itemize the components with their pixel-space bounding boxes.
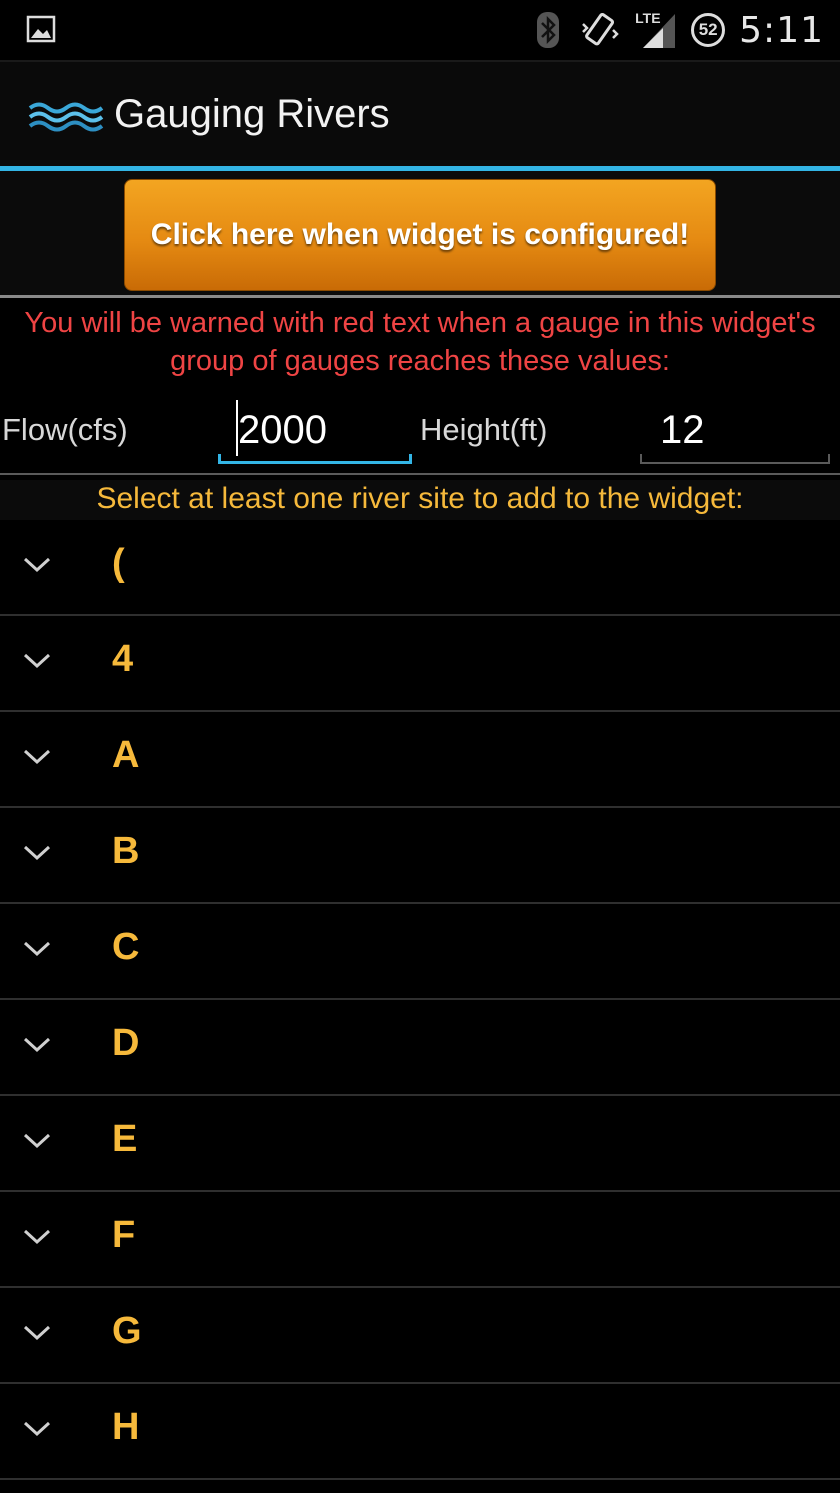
chevron-down-icon (23, 1229, 51, 1245)
battery-icon: 52 (691, 13, 726, 47)
divider (0, 473, 840, 475)
configure-area: Click here when widget is configured! (0, 171, 840, 295)
list-item-label: 4 (112, 638, 134, 680)
bluetooth-icon (537, 12, 560, 48)
widget-configured-button[interactable]: Click here when widget is configured! (124, 179, 716, 291)
warning-text: You will be warned with red text when a … (24, 307, 816, 377)
flow-label: Flow(cfs) (2, 412, 128, 447)
clock: 5:11 (739, 9, 824, 51)
list-item-label: G (112, 1310, 142, 1352)
vibrate-icon (582, 12, 619, 46)
chevron-down-icon (23, 557, 51, 573)
list-item-label: C (112, 926, 140, 968)
height-label: Height(ft) (420, 412, 548, 447)
list-item[interactable]: 4 (0, 616, 840, 712)
flow-input-underline (218, 454, 412, 464)
river-group-list: ( 4 A B C D E F G H (0, 520, 840, 1480)
list-item[interactable]: D (0, 1000, 840, 1096)
signal-icon: LTE (633, 10, 677, 50)
status-icons: LTE 52 5:11 (531, 8, 824, 52)
action-bar: Gauging Rivers (0, 62, 840, 166)
list-item[interactable]: A (0, 712, 840, 808)
list-item[interactable]: E (0, 1096, 840, 1192)
list-item-label: ( (112, 542, 125, 584)
list-item[interactable]: ( (0, 520, 840, 616)
list-item[interactable]: F (0, 1192, 840, 1288)
list-item[interactable]: B (0, 808, 840, 904)
list-item-label: E (112, 1118, 138, 1160)
list-item-label: A (112, 734, 140, 776)
chevron-down-icon (23, 1133, 51, 1149)
flow-input[interactable] (238, 406, 408, 454)
chevron-down-icon (23, 845, 51, 861)
app-title: Gauging Rivers (114, 92, 390, 136)
height-input[interactable] (660, 406, 820, 454)
list-item-label: F (112, 1214, 136, 1256)
list-item[interactable]: G (0, 1288, 840, 1384)
chevron-down-icon (23, 1037, 51, 1053)
threshold-row: Flow(cfs) Height(ft) (0, 390, 840, 470)
battery-level: 52 (698, 20, 718, 39)
chevron-down-icon (23, 941, 51, 957)
list-item-label: H (112, 1406, 140, 1448)
status-bar: LTE 52 5:11 (0, 0, 840, 62)
list-item-label: D (112, 1022, 140, 1064)
chevron-down-icon (23, 749, 51, 765)
waves-icon[interactable] (28, 100, 104, 134)
list-item-label: B (112, 830, 140, 872)
select-hint: Select at least one river site to add to… (0, 480, 840, 520)
height-input-underline (640, 454, 830, 464)
list-item[interactable]: H (0, 1384, 840, 1480)
chevron-down-icon (23, 653, 51, 669)
chevron-down-icon (23, 1421, 51, 1437)
list-item[interactable]: C (0, 904, 840, 1000)
divider (0, 295, 840, 298)
gallery-icon (26, 15, 56, 43)
chevron-down-icon (23, 1325, 51, 1341)
